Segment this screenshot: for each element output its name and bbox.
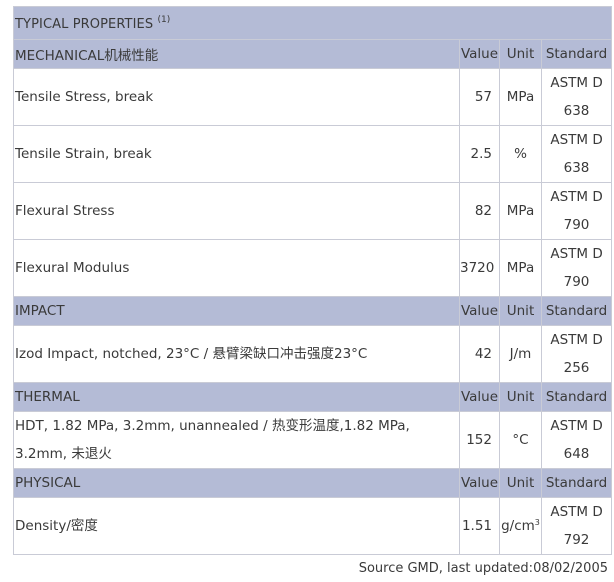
standard-number: 790 <box>563 217 590 233</box>
standard-number: 638 <box>563 160 590 176</box>
standard-name: ASTM D <box>550 504 603 520</box>
property-name: Density/密度 <box>13 497 460 555</box>
property-unit: g/cm3 <box>499 497 542 555</box>
title-footnote: (1) <box>157 14 171 25</box>
section-header-thermal: THERMAL Value Unit Standard <box>13 382 613 412</box>
table-row: Flexural Modulus 3720 MPa ASTM D 790 <box>13 239 613 297</box>
property-value: 57 <box>459 68 500 126</box>
standard-number: 792 <box>563 532 590 548</box>
table-row: Tensile Stress, break 57 MPa ASTM D 638 <box>13 68 613 126</box>
standard-number: 790 <box>563 274 590 290</box>
section-name: PHYSICAL <box>13 468 460 498</box>
properties-table: TYPICAL PROPERTIES (1) MECHANICAL机械性能 Va… <box>12 6 613 555</box>
property-standard: ASTM D 792 <box>540 497 613 555</box>
table-title-row: TYPICAL PROPERTIES (1) <box>12 6 613 40</box>
property-standard: ASTM D 256 <box>540 325 613 383</box>
table-row: Tensile Strain, break 2.5 % ASTM D 638 <box>13 125 613 183</box>
column-header-standard: Standard <box>540 468 613 498</box>
column-header-value: Value <box>459 296 500 326</box>
table-row: Flexural Stress 82 MPa ASTM D 790 <box>13 182 613 240</box>
property-name: Flexural Modulus <box>13 239 460 297</box>
section-name: IMPACT <box>13 296 460 326</box>
property-value: 42 <box>459 325 500 383</box>
standard-name: ASTM D <box>550 75 603 91</box>
standard-number: 648 <box>563 446 590 462</box>
property-unit: MPa <box>499 68 542 126</box>
property-unit: MPa <box>499 182 542 240</box>
standard-name: ASTM D <box>550 418 603 434</box>
column-header-standard: Standard <box>540 296 613 326</box>
properties-sheet: TYPICAL PROPERTIES (1) MECHANICAL机械性能 Va… <box>12 6 613 555</box>
unit-text: g/cm <box>501 518 535 534</box>
property-name: Izod Impact, notched, 23°C / 悬臂梁缺口冲击强度23… <box>13 325 460 383</box>
column-header-standard: Standard <box>540 382 613 412</box>
property-standard: ASTM D 638 <box>540 125 613 183</box>
column-header-unit: Unit <box>499 296 542 326</box>
property-standard: ASTM D 790 <box>540 239 613 297</box>
property-unit: MPa <box>499 239 542 297</box>
property-value: 1.51 <box>459 497 500 555</box>
property-name: Tensile Strain, break <box>13 125 460 183</box>
column-header-value: Value <box>459 382 500 412</box>
property-name: Tensile Stress, break <box>13 68 460 126</box>
standard-name: ASTM D <box>550 132 603 148</box>
property-value: 152 <box>459 411 500 469</box>
table-title: TYPICAL PROPERTIES <box>15 16 154 32</box>
section-header-impact: IMPACT Value Unit Standard <box>13 296 613 326</box>
column-header-unit: Unit <box>499 39 542 69</box>
column-header-unit: Unit <box>499 468 542 498</box>
section-header-mechanical: MECHANICAL机械性能 Value Unit Standard <box>13 39 613 69</box>
property-unit: J/m <box>499 325 542 383</box>
column-header-value: Value <box>459 468 500 498</box>
table-title-cell: TYPICAL PROPERTIES (1) <box>12 6 613 40</box>
property-name: Flexural Stress <box>13 182 460 240</box>
property-value: 82 <box>459 182 500 240</box>
property-value: 2.5 <box>459 125 500 183</box>
standard-name: ASTM D <box>550 246 603 262</box>
property-unit: °C <box>499 411 542 469</box>
standard-name: ASTM D <box>550 332 603 348</box>
property-standard: ASTM D 648 <box>540 411 613 469</box>
property-standard: ASTM D 638 <box>540 68 613 126</box>
unit-exponent: 3 <box>534 518 540 527</box>
standard-number: 638 <box>563 103 590 119</box>
standard-number: 256 <box>563 360 590 376</box>
section-name: MECHANICAL机械性能 <box>13 39 460 69</box>
property-value: 3720 <box>459 239 500 297</box>
property-name: HDT, 1.82 MPa, 3.2mm, unannealed / 热变形温度… <box>13 411 460 469</box>
table-row: Density/密度 1.51 g/cm3 ASTM D 792 <box>13 497 613 555</box>
column-header-unit: Unit <box>499 382 542 412</box>
standard-name: ASTM D <box>550 189 603 205</box>
table-row: Izod Impact, notched, 23°C / 悬臂梁缺口冲击强度23… <box>13 325 613 383</box>
column-header-standard: Standard <box>540 39 613 69</box>
section-name: THERMAL <box>13 382 460 412</box>
table-row: HDT, 1.82 MPa, 3.2mm, unannealed / 热变形温度… <box>13 411 613 469</box>
property-unit: % <box>499 125 542 183</box>
source-note: Source GMD, last updated:08/02/2005 <box>358 561 608 576</box>
property-standard: ASTM D 790 <box>540 182 613 240</box>
column-header-value: Value <box>459 39 500 69</box>
section-header-physical: PHYSICAL Value Unit Standard <box>13 468 613 498</box>
